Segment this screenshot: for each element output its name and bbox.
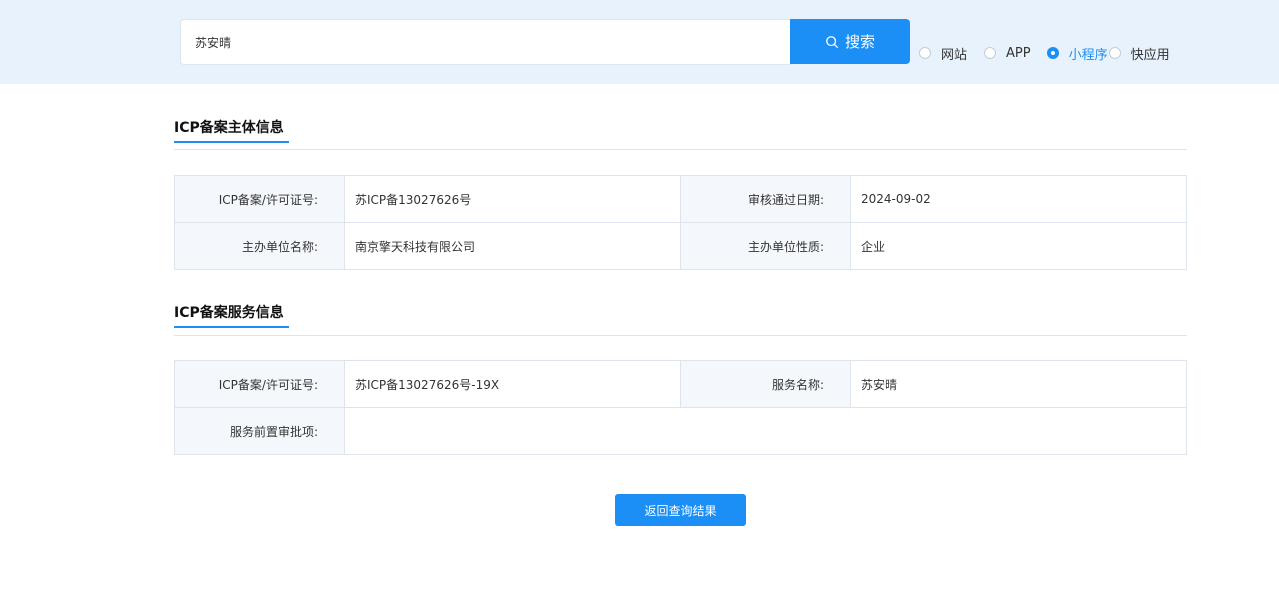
title-underline bbox=[174, 326, 289, 328]
search-button-label: 搜索 bbox=[844, 33, 875, 51]
field-value: 企业 bbox=[850, 222, 1187, 270]
section-divider bbox=[174, 149, 1187, 150]
search-input[interactable] bbox=[180, 19, 791, 65]
field-value bbox=[344, 407, 1187, 455]
service-section-title: ICP备案服务信息 bbox=[174, 302, 289, 328]
table-row: ICP备案/许可证号: 苏ICP备13027626号 审核通过日期: 2024-… bbox=[174, 175, 1187, 223]
section-divider bbox=[174, 335, 1187, 336]
radio-label: 小程序 bbox=[1068, 47, 1108, 63]
table-row: 服务前置审批项: bbox=[174, 407, 1187, 455]
search-bar: 搜索 网站 APP 小程序 快应用 bbox=[0, 0, 1279, 84]
radio-dot bbox=[1108, 47, 1121, 59]
field-label: ICP备案/许可证号: bbox=[174, 360, 345, 408]
table-row: 主办单位名称: 南京擎天科技有限公司 主办单位性质: 企业 bbox=[174, 222, 1187, 270]
field-label: ICP备案/许可证号: bbox=[174, 175, 345, 223]
type-radio-group: 网站 APP 小程序 快应用 bbox=[919, 44, 1170, 63]
subject-section-title: ICP备案主体信息 bbox=[174, 117, 289, 143]
field-value: 苏安晴 bbox=[850, 360, 1187, 408]
field-label: 审核通过日期: bbox=[680, 175, 851, 223]
radio-label: APP bbox=[1006, 45, 1031, 61]
field-value: 2024-09-02 bbox=[850, 175, 1187, 223]
field-label: 服务前置审批项: bbox=[174, 407, 345, 455]
radio-dot bbox=[919, 47, 931, 59]
radio-app[interactable]: APP bbox=[984, 46, 1031, 61]
radio-label: 网站 bbox=[941, 47, 968, 63]
search-icon bbox=[826, 35, 838, 48]
field-label: 服务名称: bbox=[680, 360, 851, 408]
radio-website[interactable]: 网站 bbox=[919, 44, 967, 63]
radio-quick-app[interactable]: 快应用 bbox=[1108, 44, 1170, 63]
subject-info-table: ICP备案/许可证号: 苏ICP备13027626号 审核通过日期: 2024-… bbox=[174, 175, 1187, 270]
radio-dot bbox=[984, 47, 997, 59]
field-label: 主办单位性质: bbox=[680, 222, 851, 270]
service-section-title-text: ICP备案服务信息 bbox=[174, 305, 284, 321]
service-info-table: ICP备案/许可证号: 苏ICP备13027626号-19X 服务名称: 苏安晴… bbox=[174, 360, 1187, 455]
field-value: 苏ICP备13027626号 bbox=[344, 175, 681, 223]
title-underline bbox=[174, 141, 289, 143]
subject-section-title-text: ICP备案主体信息 bbox=[174, 120, 284, 136]
search-button[interactable]: 搜索 bbox=[790, 19, 910, 64]
back-to-results-button[interactable]: 返回查询结果 bbox=[615, 494, 746, 526]
radio-label: 快应用 bbox=[1130, 47, 1170, 63]
field-value: 苏ICP备13027626号-19X bbox=[344, 360, 681, 408]
radio-dot bbox=[1046, 47, 1059, 59]
radio-mini-program[interactable]: 小程序 bbox=[1046, 44, 1108, 63]
table-row: ICP备案/许可证号: 苏ICP备13027626号-19X 服务名称: 苏安晴 bbox=[174, 360, 1187, 408]
field-value: 南京擎天科技有限公司 bbox=[344, 222, 681, 270]
field-label: 主办单位名称: bbox=[174, 222, 345, 270]
